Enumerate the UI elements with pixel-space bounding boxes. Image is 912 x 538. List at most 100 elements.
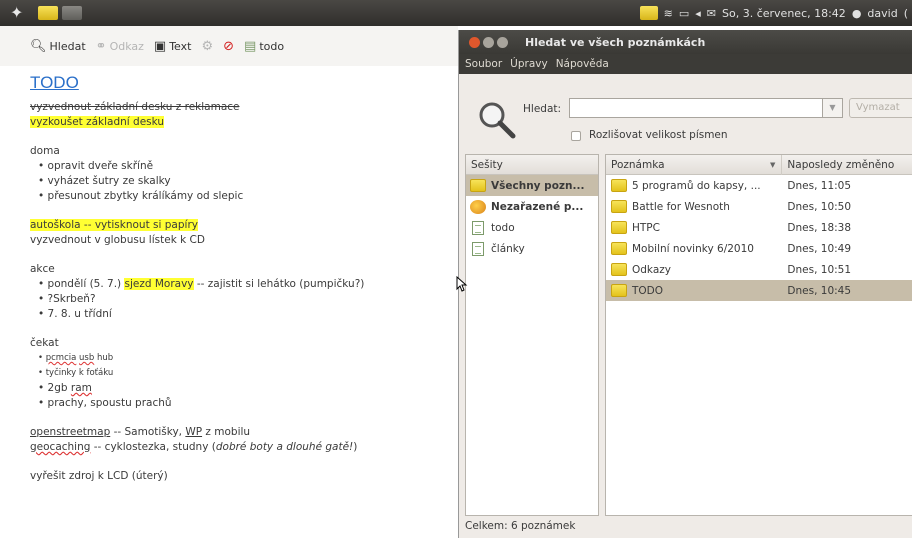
note-line: vyřešit zdroj k LCD (úterý) xyxy=(30,470,168,482)
notes-launcher-icon[interactable] xyxy=(38,6,58,20)
menu-file[interactable]: Soubor xyxy=(465,58,502,70)
text-run: dobré boty a dlouhé gatě! xyxy=(215,441,354,453)
note-title-cell: Mobilní novinky 6/2010 xyxy=(606,242,782,255)
note-date-cell: Dnes, 10:49 xyxy=(787,242,852,255)
link-icon: ⚭ xyxy=(95,38,107,54)
section-heading: doma xyxy=(30,145,60,157)
notebook-label: články xyxy=(491,242,525,255)
window-list-icon[interactable] xyxy=(62,6,82,20)
magnifier-icon xyxy=(479,102,516,139)
list-item: 7. 8. u třídní xyxy=(30,307,458,322)
minimize-window-button[interactable] xyxy=(483,36,494,48)
note-icon xyxy=(611,284,627,297)
table-row[interactable]: Battle for Wesnoth Dnes, 10:50 xyxy=(606,196,912,217)
window-titlebar[interactable]: Hledat ve všech poznámkách xyxy=(459,30,912,54)
search-area: Hledat: ▼ Vymazat Rozlišovat velikost pí… xyxy=(459,74,912,162)
status-bar: Celkem: 6 poznámek xyxy=(465,520,576,532)
close-window-button[interactable] xyxy=(469,36,480,48)
note-title-text: 5 programů do kapsy, ... xyxy=(632,179,761,192)
notebook-icon xyxy=(472,220,484,235)
menu-edit[interactable]: Úpravy xyxy=(510,58,548,70)
table-row[interactable]: HTPC Dnes, 18:38 xyxy=(606,217,912,238)
note-date-cell: Dnes, 10:45 xyxy=(787,284,852,297)
text-run: usb xyxy=(79,353,95,363)
link-button[interactable]: ⚭ Odkaz xyxy=(96,39,144,54)
column-header-note[interactable]: Poznámka ▼ xyxy=(606,154,783,175)
wifi-icon[interactable]: ≋ xyxy=(664,7,673,20)
note-title-cell: TODO xyxy=(606,284,782,297)
tomboy-tray-icon[interactable] xyxy=(639,6,658,20)
column-header-modified[interactable]: Naposledy změněno xyxy=(782,155,912,175)
user-name[interactable]: david xyxy=(867,7,897,20)
maximize-window-button[interactable] xyxy=(497,36,508,48)
search-input[interactable] xyxy=(569,98,823,118)
case-sensitive-label[interactable]: Rozlišovat velikost písmen xyxy=(589,129,728,141)
note-window: 🔍︎ Hledat ⚭ Odkaz ▣ Text ⚙ ⊘ ▤ todo TODO vyz… xyxy=(0,26,458,538)
note-title-text: TODO xyxy=(632,284,664,297)
volume-icon[interactable]: ◂ xyxy=(695,7,701,20)
list-item: tyčinky k foťáku xyxy=(30,366,458,381)
notebooks-header[interactable]: Sešity xyxy=(466,155,598,175)
search-button[interactable]: 🔍︎ Hledat xyxy=(30,39,86,54)
search-history-dropdown[interactable]: ▼ xyxy=(823,98,843,118)
notebook-item-clanky[interactable]: články xyxy=(466,238,598,259)
link-button-label: Odkaz xyxy=(109,39,144,53)
notebook-item-todo[interactable]: todo xyxy=(466,217,598,238)
tools-icon: ⚙ xyxy=(201,38,214,54)
table-row[interactable]: Odkazy Dnes, 10:51 xyxy=(606,259,912,280)
notebook-label: Nezařazené p... xyxy=(491,200,584,213)
note-icon xyxy=(611,263,627,276)
delete-button[interactable]: ⊘ xyxy=(223,39,234,54)
note-line: vyzkoušet základní desku xyxy=(30,116,165,128)
unfiled-notes-icon xyxy=(470,199,486,214)
note-line: autoškola -- vytisknout si papíry xyxy=(30,219,198,231)
note-icon xyxy=(611,200,627,213)
clear-button[interactable]: Vymazat xyxy=(849,98,912,118)
notebook-button-label: todo xyxy=(259,39,285,53)
notes-table: Poznámka ▼ Naposledy změněno 5 programů d… xyxy=(605,154,912,516)
table-row[interactable]: 5 programů do kapsy, ... Dnes, 11:05 xyxy=(606,175,912,196)
list-item: pcmcia usb hub xyxy=(30,351,458,366)
top-panel: ≋ ▭ ◂ ✉ So, 3. červenec, 18:42 ● david ( xyxy=(0,0,912,26)
list-item: ?Skrbeň? xyxy=(30,292,458,307)
note-title-text: Mobilní novinky 6/2010 xyxy=(632,242,754,255)
notebook-button[interactable]: ▤ todo xyxy=(244,39,284,54)
user-icon: ● xyxy=(851,6,862,20)
text-run: pondělí (5. 7.) xyxy=(47,278,125,290)
note-date-cell: Dnes, 18:38 xyxy=(787,221,852,234)
note-editor[interactable]: TODO vyzvednout základní desku z reklama… xyxy=(0,66,458,484)
list-item: přesunout zbytky králíkámy od slepic xyxy=(30,189,458,204)
notebook-item-all[interactable]: Všechny pozn... xyxy=(466,175,598,196)
text-run: WP xyxy=(185,426,203,438)
note-title[interactable]: TODO xyxy=(30,72,458,94)
list-item: vyházet šutry ze skalky xyxy=(30,174,458,189)
text-run: hub xyxy=(96,353,114,363)
notebook-item-unfiled[interactable]: Nezařazené p... xyxy=(466,196,598,217)
clock[interactable]: So, 3. červenec, 18:42 xyxy=(722,7,846,20)
note-title-text: HTPC xyxy=(632,221,660,234)
folder-icon xyxy=(470,179,486,192)
list-item: pondělí (5. 7.) sjezd Moravy -- zajistit… xyxy=(30,277,458,292)
notebook-label: Všechny pozn... xyxy=(491,179,585,192)
menu-help[interactable]: Nápověda xyxy=(556,58,609,70)
search-button-label: Hledat xyxy=(49,39,86,53)
text-run: -- zajistit si lehátko (pumpičku?) xyxy=(193,278,365,290)
note-icon xyxy=(611,179,627,192)
text-run: ) xyxy=(353,441,358,453)
case-sensitive-checkbox[interactable] xyxy=(571,131,581,141)
gnome-menu-icon[interactable] xyxy=(10,5,26,21)
tools-button[interactable]: ⚙ xyxy=(201,39,213,54)
mail-icon[interactable]: ✉ xyxy=(707,7,716,20)
list-item: prachy, spoustu prachů xyxy=(30,396,458,411)
session-icon[interactable]: ( xyxy=(904,7,908,20)
mouse-cursor-icon xyxy=(456,276,468,292)
text-button[interactable]: ▣ Text xyxy=(154,39,192,54)
window-title: Hledat ve všech poznámkách xyxy=(525,35,706,49)
battery-icon[interactable]: ▭ xyxy=(679,7,689,20)
table-row[interactable]: Mobilní novinky 6/2010 Dnes, 10:49 xyxy=(606,238,912,259)
delete-icon: ⊘ xyxy=(223,38,235,54)
note-toolbar: 🔍︎ Hledat ⚭ Odkaz ▣ Text ⚙ ⊘ ▤ todo xyxy=(0,26,458,66)
note-line: vyzvednout základní desku z reklamace xyxy=(30,101,240,113)
section-heading: akce xyxy=(30,263,55,275)
table-row[interactable]: TODO Dnes, 10:45 xyxy=(606,280,912,301)
